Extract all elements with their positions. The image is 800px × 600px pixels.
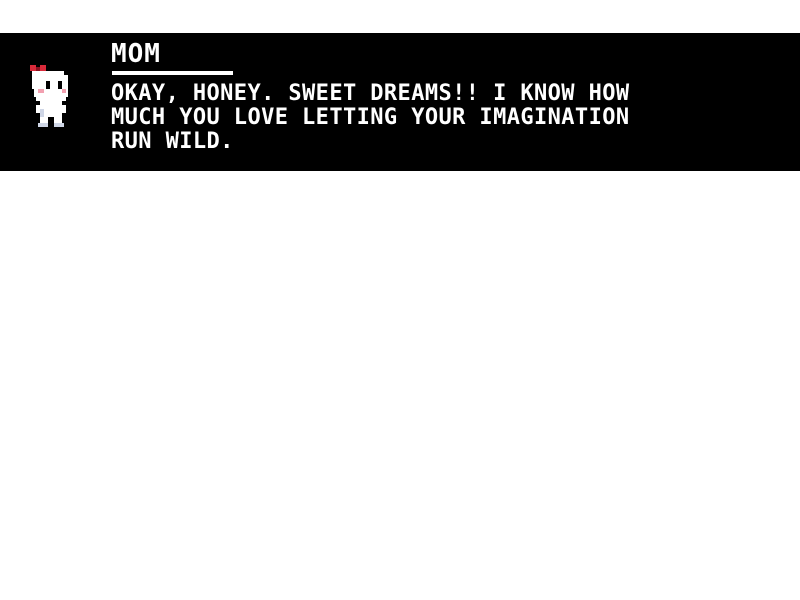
dialogue-box[interactable]: MOM OKAY, HONEY. SWEET DREAMS!! I KNOW H… xyxy=(0,33,800,171)
speaker-name-underline xyxy=(112,71,233,75)
dialogue-line: OKAY, HONEY. SWEET DREAMS!! I KNOW HOW xyxy=(111,81,630,106)
game-area xyxy=(0,171,800,600)
game-screen: MOM OKAY, HONEY. SWEET DREAMS!! I KNOW H… xyxy=(0,0,800,600)
dialogue-text: OKAY, HONEY. SWEET DREAMS!! I KNOW HOW M… xyxy=(111,82,781,154)
dialogue-line: MUCH YOU LOVE LETTING YOUR IMAGINATION xyxy=(111,105,630,130)
speaker-portrait xyxy=(26,63,76,135)
child-bunny-with-red-bow-icon xyxy=(30,65,68,127)
dialogue-line: RUN WILD. xyxy=(111,129,234,154)
speaker-name: MOM xyxy=(111,39,161,69)
